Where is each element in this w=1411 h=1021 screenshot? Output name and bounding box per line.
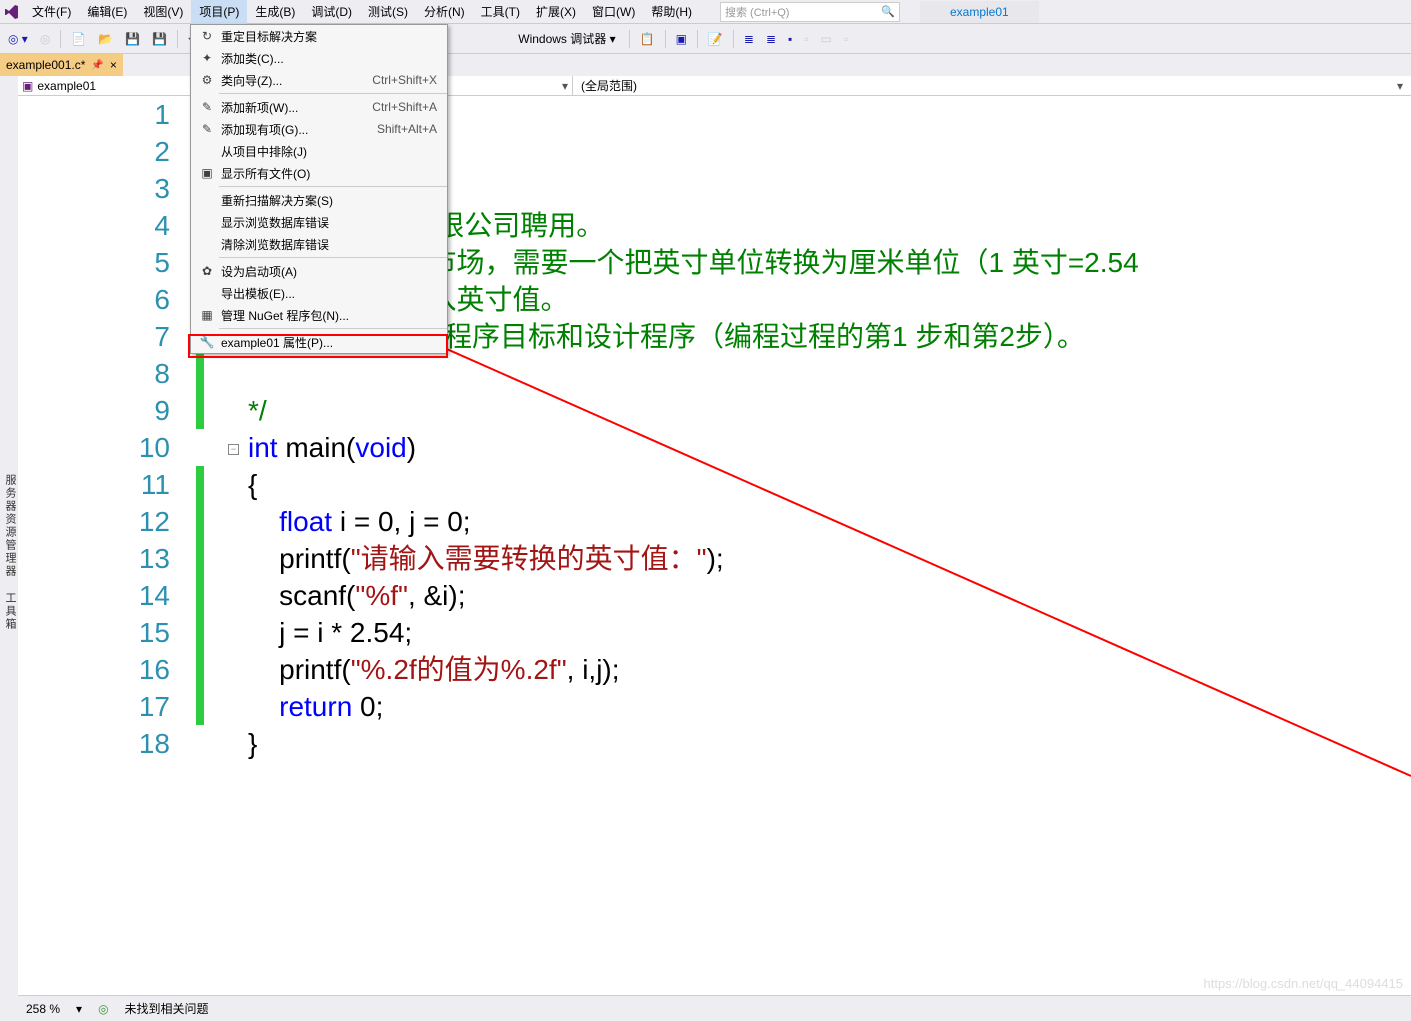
dd-item[interactable]: 从项目中排除(J): [191, 140, 447, 162]
menu-test[interactable]: 测试(S): [360, 0, 416, 24]
dd-item-label: 类向导(Z)...: [217, 72, 372, 89]
menu-debug[interactable]: 调试(D): [303, 0, 360, 24]
comment-button[interactable]: ▪: [784, 30, 796, 48]
dd-item-label: 设为启动项(A): [217, 263, 437, 280]
dd-item-icon: ↻: [197, 29, 217, 43]
separator-icon: [629, 30, 630, 48]
dd-item-label: 重新扫描解决方案(S): [217, 192, 437, 209]
dd-item[interactable]: 显示浏览数据库错误: [191, 211, 447, 233]
vs-logo-icon: [0, 0, 24, 24]
dd-item[interactable]: 🔧example01 属性(P)...: [191, 331, 447, 353]
nav-project: example01: [37, 79, 96, 93]
separator-icon: [665, 30, 666, 48]
separator-icon: [697, 30, 698, 48]
uncomment-button[interactable]: ▫: [800, 30, 812, 48]
dd-item-label: 显示所有文件(O): [217, 165, 437, 182]
file-tab[interactable]: example001.c* 📌 ×: [0, 54, 123, 76]
dd-item[interactable]: ✿设为启动项(A): [191, 260, 447, 282]
project-dropdown: ↻重定目标解决方案✦添加类(C)...⚙类向导(Z)...Ctrl+Shift+…: [190, 24, 448, 354]
dd-item-shortcut: Ctrl+Shift+A: [372, 100, 441, 114]
search-input[interactable]: 搜索 (Ctrl+Q) 🔍: [720, 2, 900, 22]
dd-item-icon: ✿: [197, 264, 217, 278]
zoom-level[interactable]: 258 %: [26, 1002, 60, 1016]
dd-item-icon: 🔧: [197, 335, 217, 349]
separator-icon: [60, 30, 61, 48]
save-all-button[interactable]: 💾: [148, 30, 171, 48]
dd-item-icon: ▣: [197, 166, 217, 180]
status-issues: 未找到相关问题: [125, 1000, 209, 1017]
dd-item-icon: ⚙: [197, 73, 217, 87]
menu-window[interactable]: 窗口(W): [584, 0, 643, 24]
tb-icon[interactable]: 📋: [636, 30, 659, 48]
chevron-down-icon[interactable]: ▾: [562, 79, 568, 93]
dd-item[interactable]: ✎添加现有项(G)...Shift+Alt+A: [191, 118, 447, 140]
tb-icon[interactable]: ▫: [840, 30, 852, 48]
menu-file[interactable]: 文件(F): [24, 0, 79, 24]
dd-item-label: 管理 NuGet 程序包(N)...: [217, 307, 437, 324]
debugger-dropdown[interactable]: Windows 调试器 ▾: [511, 27, 622, 50]
menu-project[interactable]: 项目(P): [191, 0, 247, 24]
dd-item-label: 导出模板(E)...: [217, 285, 437, 302]
outdent-button[interactable]: ≣: [762, 30, 780, 48]
dd-item[interactable]: 清除浏览数据库错误: [191, 233, 447, 255]
tb-icon[interactable]: ▣: [672, 30, 691, 48]
menubar: 文件(F) 编辑(E) 视图(V) 项目(P) 生成(B) 调试(D) 测试(S…: [0, 0, 1411, 24]
dd-item-icon: ✦: [197, 51, 217, 65]
dd-item-shortcut: Shift+Alt+A: [377, 122, 441, 136]
dd-item-label: 添加类(C)...: [217, 50, 437, 67]
dd-item[interactable]: 重新扫描解决方案(S): [191, 189, 447, 211]
dd-item-icon: ✎: [197, 100, 217, 114]
dd-item-shortcut: Ctrl+Shift+X: [372, 73, 441, 87]
tb-icon[interactable]: 📝: [704, 30, 727, 48]
separator-icon: [733, 30, 734, 48]
menu-analyze[interactable]: 分析(N): [416, 0, 473, 24]
chevron-down-icon[interactable]: ▾: [76, 1002, 82, 1016]
watermark: https://blog.csdn.net/qq_44094415: [1204, 976, 1404, 991]
menu-tools[interactable]: 工具(T): [473, 0, 528, 24]
pin-icon[interactable]: 📌: [91, 60, 103, 71]
back-button[interactable]: ◎ ▾: [4, 30, 32, 48]
dd-item[interactable]: ▦管理 NuGet 程序包(N)...: [191, 304, 447, 326]
nav-scope[interactable]: (全局范围): [581, 77, 637, 94]
search-placeholder: 搜索 (Ctrl+Q): [725, 4, 789, 20]
menu-edit[interactable]: 编辑(E): [79, 0, 135, 24]
bookmark-button[interactable]: ▭: [817, 30, 836, 48]
c-file-icon: ▣: [22, 79, 33, 93]
dd-item[interactable]: 导出模板(E)...: [191, 282, 447, 304]
save-button[interactable]: 💾: [121, 30, 144, 48]
dd-item[interactable]: ✦添加类(C)...: [191, 47, 447, 69]
tab-filename: example001.c*: [6, 58, 85, 72]
dd-item-icon: ✎: [197, 122, 217, 136]
dd-item-label: 清除浏览数据库错误: [217, 236, 437, 253]
new-project-button[interactable]: 📄: [67, 30, 90, 48]
close-icon[interactable]: ×: [110, 58, 117, 72]
status-bar: 258 % ▾ ◎ 未找到相关问题: [18, 995, 1411, 1021]
project-label[interactable]: example01: [920, 1, 1039, 23]
fold-button[interactable]: −: [228, 444, 239, 455]
dd-item-label: 添加新项(W)...: [217, 99, 372, 116]
forward-button[interactable]: ◎: [36, 30, 54, 48]
chevron-down-icon[interactable]: ▾: [1397, 79, 1403, 93]
separator-icon: [177, 30, 178, 48]
menu-view[interactable]: 视图(V): [135, 0, 191, 24]
sidebar-left[interactable]: 服务器资源管理器 工具箱: [0, 76, 18, 1021]
line-gutter: 123456789101112131415161718: [18, 96, 188, 995]
menu-extensions[interactable]: 扩展(X): [528, 0, 584, 24]
search-icon: 🔍: [881, 5, 895, 18]
dd-item[interactable]: ↻重定目标解决方案: [191, 25, 447, 47]
dd-item-label: 重定目标解决方案: [217, 28, 437, 45]
dd-item-label: 从项目中排除(J): [217, 143, 437, 160]
menu-build[interactable]: 生成(B): [247, 0, 303, 24]
dd-item-icon: ▦: [197, 308, 217, 322]
menu-help[interactable]: 帮助(H): [643, 0, 700, 24]
dd-item[interactable]: ✎添加新项(W)...Ctrl+Shift+A: [191, 96, 447, 118]
dd-item-label: 显示浏览数据库错误: [217, 214, 437, 231]
dd-item[interactable]: ▣显示所有文件(O): [191, 162, 447, 184]
dd-item-label: 添加现有项(G)...: [217, 121, 377, 138]
open-button[interactable]: 📂: [94, 30, 117, 48]
indent-button[interactable]: ≣: [740, 30, 758, 48]
status-ok-icon: ◎: [98, 1002, 108, 1016]
dd-item-label: example01 属性(P)...: [217, 334, 437, 351]
dd-item[interactable]: ⚙类向导(Z)...Ctrl+Shift+X: [191, 69, 447, 91]
